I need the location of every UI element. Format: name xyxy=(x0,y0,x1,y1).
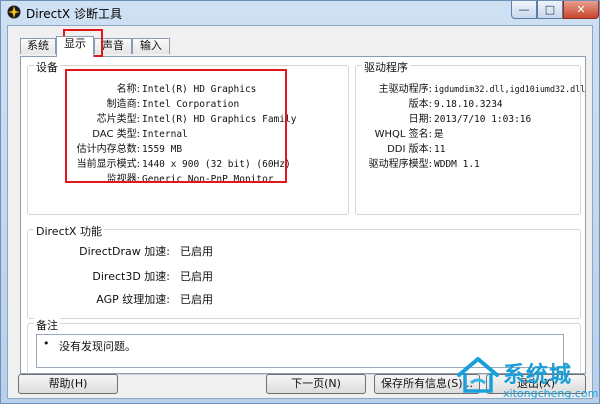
direct3d-value: 已启用 xyxy=(180,270,213,283)
driver-version-label: 版本: xyxy=(408,99,432,110)
driver-date-value: 2013/7/10 1:03:16 xyxy=(434,114,532,125)
watermark-url: xitongcheng.com xyxy=(503,387,599,400)
driver-version-value: 9.18.10.3234 xyxy=(434,99,503,110)
driver-whql-value: 是 xyxy=(434,129,444,140)
notes-bullet: • xyxy=(43,337,50,350)
directx-features-title: DirectX 功能 xyxy=(34,223,104,239)
directdraw-label: DirectDraw 加速: xyxy=(79,245,170,258)
next-page-button[interactable]: 下一页(N) xyxy=(266,374,366,394)
tab-system[interactable]: 系统 xyxy=(20,38,56,54)
close-icon: ✕ xyxy=(576,3,586,16)
help-button[interactable]: 帮助(H) xyxy=(18,374,118,394)
maximize-icon: □ xyxy=(544,3,556,16)
driver-main-label: 主驱动程序: xyxy=(378,84,432,95)
close-button[interactable]: ✕ xyxy=(563,1,599,19)
drivers-group: 驱动程序 主驱动程序: igdumdim32.dll,igd10iumd32.d… xyxy=(355,59,586,215)
driver-ddi-row: DDI 版本: 11 xyxy=(356,142,582,157)
window-title: DirectX 诊断工具 xyxy=(26,7,122,21)
dialog-client-area: 系统 显示 声音 输入 设备 名称: Intel(R) HD Graphics … xyxy=(7,25,593,399)
notes-group-title: 备注 xyxy=(34,317,60,333)
agp-texture-label: AGP 纹理加速: xyxy=(96,293,170,306)
driver-date-row: 日期: 2013/7/10 1:03:16 xyxy=(356,112,582,127)
driver-main-row: 主驱动程序: igdumdim32.dll,igd10iumd32.dll xyxy=(356,82,586,97)
driver-model-row: 驱动程序模型: WDDM 1.1 xyxy=(356,157,582,172)
driver-main-value: igdumdim32.dll,igd10iumd32.dll xyxy=(434,84,586,94)
minimize-button[interactable]: — xyxy=(511,1,537,19)
site-watermark: 系统城 xitongcheng.com xyxy=(453,353,600,404)
device-group-title: 设备 xyxy=(34,59,60,75)
minimize-icon: — xyxy=(518,3,530,16)
directdraw-value: 已启用 xyxy=(180,245,213,258)
house-logo-icon xyxy=(457,357,499,393)
driver-ddi-value: 11 xyxy=(434,144,446,155)
notes-line: 没有发现问题。 xyxy=(59,340,136,353)
directx-logo-icon xyxy=(7,5,21,19)
driver-whql-row: WHQL 签名: 是 xyxy=(356,127,582,142)
direct3d-label: Direct3D 加速: xyxy=(92,270,170,283)
agp-texture-value: 已启用 xyxy=(180,293,213,306)
agp-texture-row: AGP 纹理加速: 已启用 xyxy=(28,292,582,307)
device-info-highlight-box xyxy=(65,69,287,183)
driver-version-row: 版本: 9.18.10.3234 xyxy=(356,97,582,112)
direct3d-row: Direct3D 加速: 已启用 xyxy=(28,269,582,284)
tab-input[interactable]: 输入 xyxy=(132,38,170,54)
maximize-button[interactable]: □ xyxy=(537,1,563,19)
directx-features-group: DirectX 功能 DirectDraw 加速: 已启用 Direct3D 加… xyxy=(27,223,582,319)
display-tab-panel: 设备 名称: Intel(R) HD Graphics 制造商: Intel C… xyxy=(20,29,586,375)
driver-model-value: WDDM 1.1 xyxy=(434,159,480,170)
driver-whql-label: WHQL 签名: xyxy=(374,129,432,140)
driver-model-label: 驱动程序模型: xyxy=(368,159,432,170)
tab-display[interactable]: 显示 xyxy=(56,36,94,57)
directdraw-row: DirectDraw 加速: 已启用 xyxy=(28,244,582,259)
watermark-brand: 系统城 xyxy=(503,363,573,388)
driver-ddi-label: DDI 版本: xyxy=(387,144,432,155)
directx-diag-window: DirectX 诊断工具 — □ ✕ 系统 显示 声音 输入 设备 名称: In… xyxy=(0,0,600,404)
drivers-group-title: 驱动程序 xyxy=(362,59,410,75)
driver-date-label: 日期: xyxy=(408,114,432,125)
title-bar[interactable]: DirectX 诊断工具 — □ ✕ xyxy=(1,1,599,23)
